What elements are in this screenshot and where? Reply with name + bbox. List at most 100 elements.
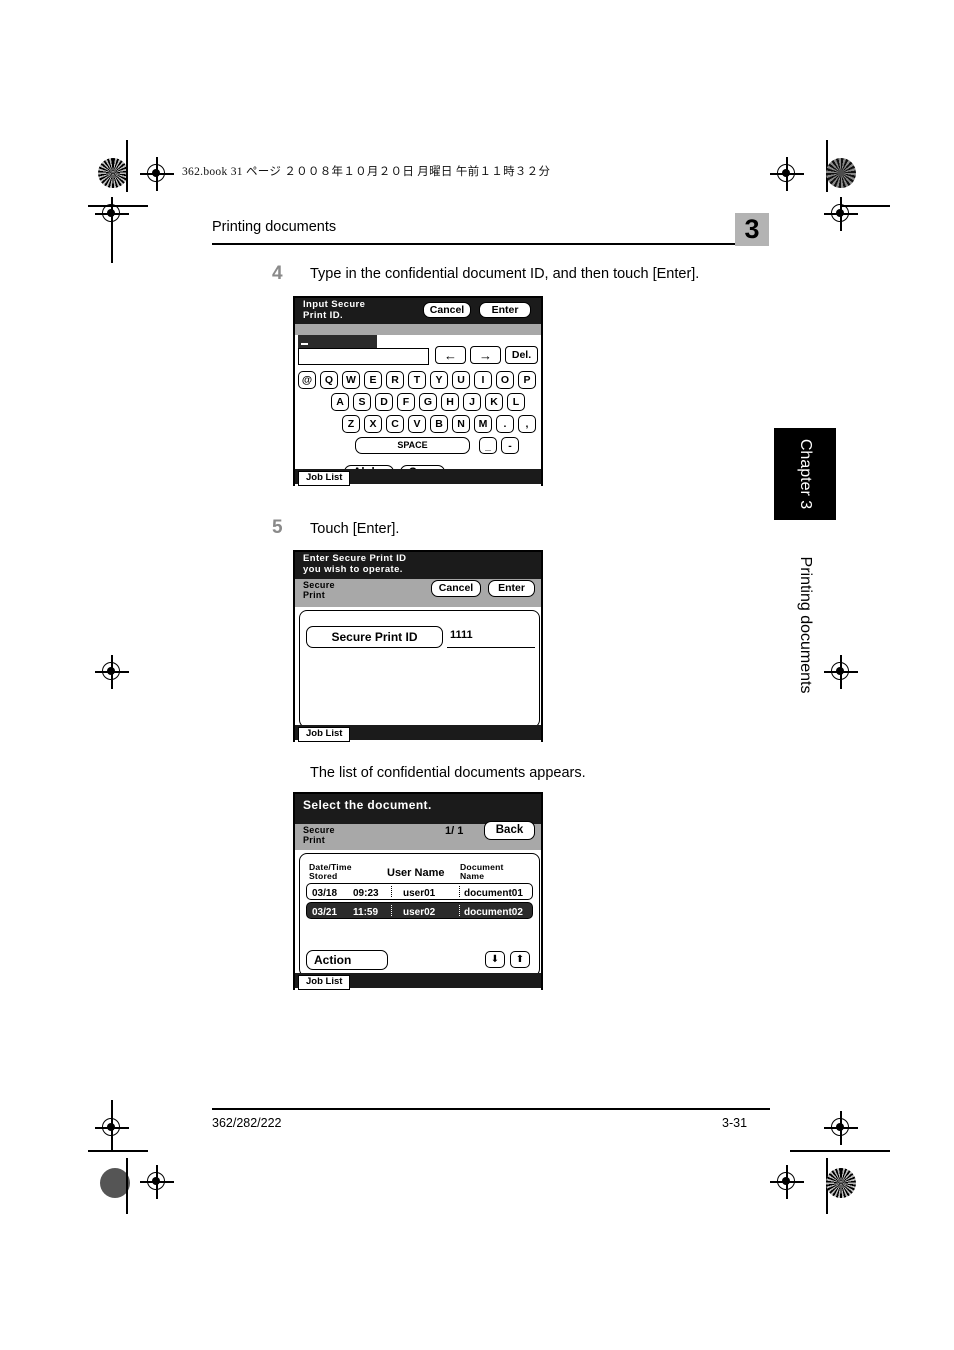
key-n[interactable]: N <box>452 415 470 433</box>
key-q[interactable]: Q <box>320 371 338 389</box>
delete-button[interactable]: Del. <box>505 346 538 364</box>
secure-print-id-input[interactable] <box>298 348 429 365</box>
crop-line-left-upper-horizontal <box>88 205 148 207</box>
printer-color-patch-top-right <box>826 158 856 188</box>
secure-print-id-selector[interactable]: Secure Print ID <box>306 626 443 648</box>
key-o[interactable]: O <box>496 371 514 389</box>
column-header-docname: Document Name <box>460 862 504 882</box>
step-text-5: Touch [Enter]. <box>310 521 400 537</box>
job-list-button[interactable]: Job List <box>298 727 351 742</box>
cell-date: 03/18 <box>312 888 338 899</box>
input-text-highlight <box>298 335 377 348</box>
crop-line-left-lower-vertical <box>111 1100 113 1150</box>
cancel-button[interactable]: Cancel <box>431 580 481 597</box>
book-file-info: 362.book 31 ページ ２００８年１０月２０日 月曜日 午前１１時３２分 <box>182 166 551 178</box>
printer-color-patch-bottom-right <box>826 1168 856 1198</box>
back-button[interactable]: Back <box>484 821 535 840</box>
cursor-left-button[interactable]: ← <box>435 346 466 364</box>
lcd-panel-input-secure-print-id: Input Secure Print ID. Cancel Enter ← → … <box>293 296 543 521</box>
running-head: Printing documents <box>212 219 337 235</box>
secure-print-id-value-underline <box>447 646 535 648</box>
registration-mark-bottom-right <box>770 1165 804 1199</box>
chapter-number-badge: 3 <box>735 213 769 246</box>
crop-line-left-lower-horizontal <box>88 1150 148 1152</box>
key-period[interactable]: . <box>496 415 514 433</box>
job-list-button[interactable]: Job List <box>298 471 351 486</box>
row-divider-2 <box>459 886 460 897</box>
key-r[interactable]: R <box>386 371 404 389</box>
panel1-subbar <box>295 324 541 335</box>
scroll-up-icon[interactable]: ⬆ <box>510 951 530 968</box>
chapter-side-tab-label: Chapter 3 <box>797 438 814 510</box>
cell-time: 09:23 <box>353 888 379 899</box>
step-text-4: Type in the confidential document ID, an… <box>310 266 700 282</box>
key-y[interactable]: Y <box>430 371 448 389</box>
registration-mark-left-middle <box>95 655 129 689</box>
cancel-button[interactable]: Cancel <box>423 302 471 318</box>
column-header-datetime-line2: Stored <box>309 871 338 882</box>
cell-username: user02 <box>403 907 436 918</box>
key-hyphen[interactable]: - <box>501 437 519 454</box>
key-m[interactable]: M <box>474 415 492 433</box>
row-divider-1 <box>391 886 392 897</box>
secure-print-id-value: 1111 <box>450 629 473 641</box>
cursor-right-button[interactable]: → <box>470 346 501 364</box>
cell-date: 03/21 <box>312 907 338 918</box>
enter-button[interactable]: Enter <box>479 302 531 318</box>
lcd-panel-enter-secure-print-id: Enter Secure Print ID you wish to operat… <box>293 550 543 795</box>
registration-mark-right-lower <box>824 1111 858 1145</box>
crop-line-right-upper-horizontal <box>840 205 890 207</box>
footer-model-numbers: 362/282/222 <box>212 1116 282 1130</box>
key-u[interactable]: U <box>452 371 470 389</box>
key-j[interactable]: J <box>463 393 481 411</box>
key-c[interactable]: C <box>386 415 404 433</box>
registration-mark-right-upper <box>824 197 858 231</box>
key-comma[interactable]: , <box>518 415 536 433</box>
panel2-sub-label: Secure Print <box>303 580 335 601</box>
crop-line-top-left-vertical <box>126 140 128 192</box>
key-k[interactable]: K <box>485 393 503 411</box>
row-divider-1 <box>391 905 392 916</box>
crop-line-right-lower-horizontal <box>790 1150 890 1152</box>
key-e[interactable]: E <box>364 371 382 389</box>
cell-docname: document02 <box>464 907 523 918</box>
key-z[interactable]: Z <box>342 415 360 433</box>
registration-mark-top-left <box>140 157 174 191</box>
key-l[interactable]: L <box>507 393 525 411</box>
key-w[interactable]: W <box>342 371 360 389</box>
key-i[interactable]: I <box>474 371 492 389</box>
job-list-button[interactable]: Job List <box>298 975 351 990</box>
key-v[interactable]: V <box>408 415 426 433</box>
key-x[interactable]: X <box>364 415 382 433</box>
cell-time: 11:59 <box>353 907 379 918</box>
space-key[interactable]: SPACE <box>355 437 470 454</box>
table-row[interactable]: 03/21 11:59 user02 document02 <box>306 902 533 919</box>
key-b[interactable]: B <box>430 415 448 433</box>
key-a[interactable]: A <box>331 393 349 411</box>
panel3-sub-label: Secure Print <box>303 825 335 846</box>
key-d[interactable]: D <box>375 393 393 411</box>
scroll-down-icon[interactable]: ⬇ <box>485 951 505 968</box>
key-at[interactable]: @ <box>298 371 316 389</box>
key-f[interactable]: F <box>397 393 415 411</box>
key-underscore[interactable]: _ <box>479 437 497 454</box>
key-p[interactable]: P <box>518 371 536 389</box>
enter-button[interactable]: Enter <box>488 580 535 597</box>
crop-line-left-upper-vertical <box>111 205 113 263</box>
panel2-title-line2: you wish to operate. <box>303 563 403 575</box>
step-number-5: 5 <box>272 517 283 538</box>
page-indicator: 1/ 1 <box>445 825 464 837</box>
registration-mark-top-right <box>770 157 804 191</box>
key-t[interactable]: T <box>408 371 426 389</box>
column-header-username: User Name <box>387 867 445 879</box>
lcd-panel-select-the-document: Select the document. Secure Print 1/ 1 B… <box>293 792 543 1044</box>
column-header-datetime: Date/Time Stored <box>309 862 352 882</box>
table-row[interactable]: 03/18 09:23 user01 document01 <box>306 883 533 900</box>
text-cursor <box>301 343 308 345</box>
key-h[interactable]: H <box>441 393 459 411</box>
footer-rule <box>212 1108 770 1110</box>
key-s[interactable]: S <box>353 393 371 411</box>
action-button[interactable]: Action <box>306 950 388 970</box>
panel3-body: Date/Time Stored User Name Document Name… <box>295 850 541 1044</box>
key-g[interactable]: G <box>419 393 437 411</box>
